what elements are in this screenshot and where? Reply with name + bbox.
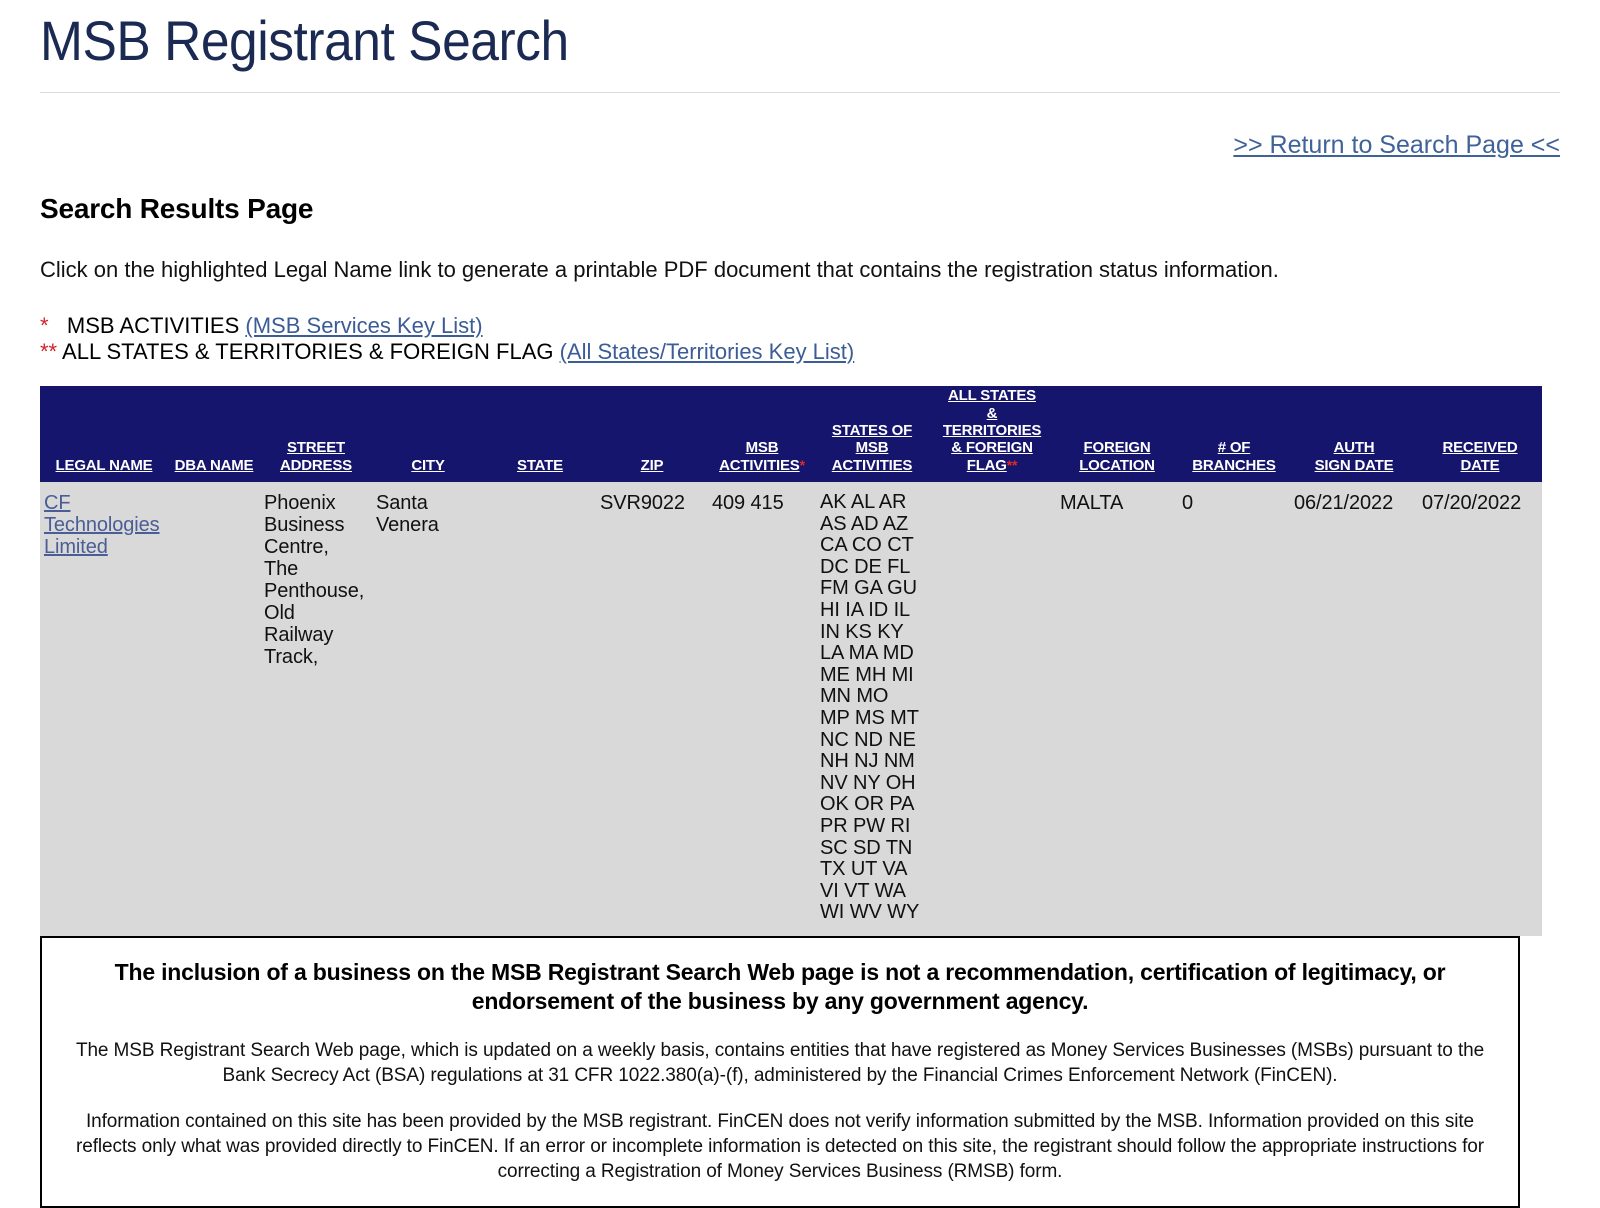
all-states-header-asterisk: ** [1006,456,1018,473]
column-header-zip[interactable]: ZIP [596,386,708,483]
all-states-territories-key-list-link[interactable]: (All States/Territories Key List) [560,339,855,364]
table-row: CF Technologies Limited Phoenix Business… [40,482,1542,936]
cell-zip: SVR9022 [596,482,708,936]
column-header-legal-name[interactable]: LEGAL NAME [40,386,168,483]
cell-received-date: 07/20/2022 [1418,482,1542,936]
cell-dba-name [168,482,260,936]
cell-all-states-territories-foreign-flag [928,482,1056,936]
cell-num-branches: 0 [1178,482,1290,936]
msb-activities-header-asterisk: * [799,456,805,473]
legal-name-link[interactable]: CF Technologies Limited [44,492,160,558]
column-header-all-states-territories-foreign-flag[interactable]: ALL STATES & TERRITORIES & FOREIGN FLAG** [928,386,1056,483]
results-table-body: CF Technologies Limited Phoenix Business… [40,482,1542,936]
page-title: MSB Registrant Search [40,9,569,72]
key-legend-line-double: ** ALL STATES & TERRITORIES & FOREIGN FL… [40,339,1560,365]
table-header-row: LEGAL NAME DBA NAME STREET ADDRESS CITY S… [40,386,1542,483]
results-table-wrapper: LEGAL NAME DBA NAME STREET ADDRESS CITY S… [40,386,1560,936]
msb-services-key-list-link[interactable]: (MSB Services Key List) [245,313,482,338]
key-legend-line-single: * MSB ACTIVITIES (MSB Services Key List) [40,313,1560,339]
disclaimer-heading: The inclusion of a business on the MSB R… [114,958,1446,1015]
cell-auth-sign-date: 06/21/2022 [1290,482,1418,936]
key-legend: * MSB ACTIVITIES (MSB Services Key List)… [40,313,1560,364]
column-header-dba-name[interactable]: DBA NAME [168,386,260,483]
msb-activities-label: MSB ACTIVITIES [66,313,240,339]
instruction-text: Click on the highlighted Legal Name link… [40,257,1279,283]
disclaimer-paragraph-1: The MSB Registrant Search Web page, whic… [75,1039,1485,1086]
cell-foreign-location: MALTA [1056,482,1178,936]
column-header-num-branches[interactable]: # OF BRANCHES [1178,386,1290,483]
all-states-flag-label: ALL STATES & TERRITORIES & FOREIGN FLAG [62,338,554,364]
column-header-received-date[interactable]: RECEIVED DATE [1418,386,1542,483]
column-header-auth-sign-date[interactable]: AUTH SIGN DATE [1290,386,1418,483]
column-header-foreign-location[interactable]: FOREIGN LOCATION [1056,386,1178,483]
cell-states-of-msb-activities: AK AL AR AS AD AZ CA CO CT DC DE FL FM G… [816,482,928,936]
disclaimer-box: The inclusion of a business on the MSB R… [40,935,1520,1208]
cell-msb-activities: 409 415 [708,482,816,936]
return-to-search-page-link[interactable]: >> Return to Search Page << [1233,131,1560,159]
cell-state [484,482,596,936]
disclaimer-paragraph-2: Information contained on this site has b… [76,1111,1484,1182]
column-header-street-address[interactable]: STREET ADDRESS [260,386,372,483]
column-header-msb-activities[interactable]: MSB ACTIVITIES* [708,386,816,483]
masthead: MSB Registrant Search [40,0,1560,94]
column-header-city[interactable]: CITY [372,386,484,483]
single-asterisk-marker: * [40,313,49,339]
double-asterisk-marker: ** [40,338,58,364]
page-root: MSB Registrant Search >> Return to Searc… [0,0,1600,1208]
search-results-table: LEGAL NAME DBA NAME STREET ADDRESS CITY S… [40,386,1542,936]
column-header-state[interactable]: STATE [484,386,596,483]
cell-legal-name: CF Technologies Limited [40,482,168,936]
cell-city: Santa Venera [372,482,484,936]
results-table-head: LEGAL NAME DBA NAME STREET ADDRESS CITY S… [40,386,1542,483]
search-results-heading: Search Results Page [40,193,314,225]
cell-street-address: Phoenix Business Centre, The Penthouse, … [260,482,372,936]
return-link-row: >> Return to Search Page << [40,93,1560,167]
column-header-states-of-msb-activities[interactable]: STATES OF MSB ACTIVITIES [816,386,928,483]
